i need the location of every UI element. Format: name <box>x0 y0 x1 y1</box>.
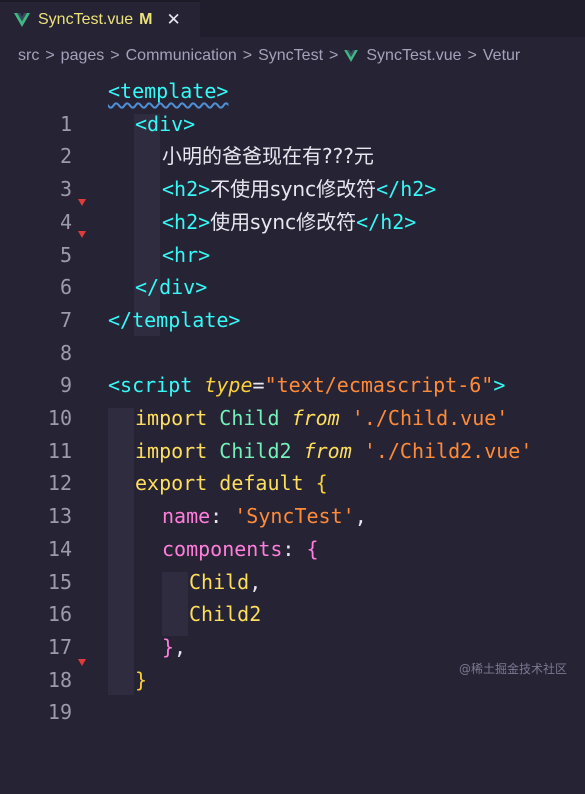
code-line: 18 }, <box>0 631 585 692</box>
code-line: 1 <template> <box>0 75 585 136</box>
token-punct: , <box>354 504 367 529</box>
token-keyword: import <box>135 438 208 463</box>
breadcrumb-item-communication[interactable]: Communication <box>126 47 237 65</box>
code-line: 8 </template> <box>0 304 585 365</box>
token-keyword: from <box>291 406 340 430</box>
token-string: './Child2.vue' <box>363 438 533 463</box>
code-line: 7 </div> <box>0 271 585 332</box>
token-tag: <script <box>108 373 193 398</box>
breadcrumb-item-src[interactable]: src <box>18 47 39 65</box>
breadcrumb-item-pages[interactable]: pages <box>61 47 105 65</box>
token-keyword: import <box>135 406 208 430</box>
code-line: 5 <h2>使用sync修改符</h2> <box>0 206 585 267</box>
token-identifier: Child <box>219 406 280 430</box>
code-line: 10 <script type="text/ecmascript-6"> <box>0 369 585 430</box>
token-attr: type <box>204 373 253 398</box>
token-punct: : <box>282 536 295 561</box>
breadcrumb: src > pages > Communication > SyncTest >… <box>0 37 585 75</box>
token-tag: <div> <box>135 111 196 136</box>
breadcrumb-separator: > <box>467 47 477 64</box>
watermark: @稀土掘金技术社区 <box>458 662 567 676</box>
token-tag: </template> <box>108 307 241 332</box>
modified-badge: M <box>139 10 153 28</box>
tab-bar: SyncTest.vue M ✕ <box>0 0 585 37</box>
close-icon[interactable]: ✕ <box>166 10 180 30</box>
breadcrumb-separator: > <box>45 47 55 64</box>
token-brace: { <box>306 536 319 561</box>
tab-synctest-vue[interactable]: SyncTest.vue M ✕ <box>0 0 200 37</box>
token-brace: } <box>135 667 148 692</box>
token-brace: } <box>162 634 175 659</box>
token-identifier: Child2 <box>219 438 292 463</box>
code-line: 14 name: 'SyncTest', <box>0 500 585 561</box>
token-string: "text/ecmascript-6" <box>264 373 494 398</box>
token-keyword: from <box>303 438 352 463</box>
vue-file-icon <box>344 50 359 62</box>
token-string: 'SyncTest' <box>234 504 355 529</box>
code-line: 17 Child2 <box>0 598 585 659</box>
token-property: name <box>162 504 211 529</box>
token-punct: = <box>252 373 265 398</box>
code-line: 6 <hr> <box>0 239 585 300</box>
token-string: './Child.vue' <box>351 406 509 430</box>
token-identifier: Child2 <box>189 602 262 627</box>
token-tag: <hr> <box>162 242 211 267</box>
token-identifier: Child <box>189 569 250 594</box>
code-line: 13 export default { <box>0 467 585 528</box>
code-editor[interactable]: 1 <template> 2 <div> 3 小明的爸爸现在有???元 4 <h… <box>0 75 585 724</box>
code-line: 3 小明的爸爸现在有???元 <box>0 140 585 201</box>
token-tag: </h2> <box>356 209 417 234</box>
token-tag: <template> <box>108 79 229 103</box>
breadcrumb-separator: > <box>329 47 339 64</box>
breadcrumb-separator: > <box>242 47 253 64</box>
token-text: 小明的爸爸现在有???元 <box>162 144 374 169</box>
token-tag: <h2> <box>162 177 211 202</box>
token-punct: : <box>210 504 223 529</box>
code-line: 2 <div> <box>0 108 585 169</box>
code-line: 15 components: { <box>0 533 585 594</box>
token-punct: , <box>249 569 262 594</box>
token-text: 不使用sync修改符 <box>210 177 377 202</box>
code-line: 12 import Child2 from './Child2.vue' <box>0 435 585 496</box>
token-tag: > <box>493 373 506 398</box>
tab-filename: SyncTest.vue <box>38 10 134 28</box>
token-tag: </h2> <box>376 177 437 202</box>
breadcrumb-item-vetur[interactable]: Vetur <box>483 47 520 65</box>
breadcrumb-item-synctest[interactable]: SyncTest <box>258 47 323 65</box>
vue-file-icon <box>14 12 30 27</box>
breadcrumb-item-file[interactable]: SyncTest.vue <box>366 47 461 65</box>
line-number: 19 <box>47 700 72 725</box>
code-line: 9 <box>0 337 585 397</box>
token-tag: <h2> <box>162 209 211 234</box>
code-line: 4 <h2>不使用sync修改符</h2> <box>0 173 585 234</box>
code-line: 11 import Child from './Child.vue' <box>0 402 585 463</box>
token-tag: </div> <box>135 275 208 300</box>
breadcrumb-separator: > <box>110 47 120 64</box>
token-keyword: export default <box>135 471 304 496</box>
token-text: 使用sync修改符 <box>210 209 357 234</box>
token-brace: { <box>315 471 328 496</box>
token-punct: , <box>174 634 187 659</box>
token-property: components <box>162 536 283 561</box>
code-line: 16 Child, <box>0 566 585 627</box>
